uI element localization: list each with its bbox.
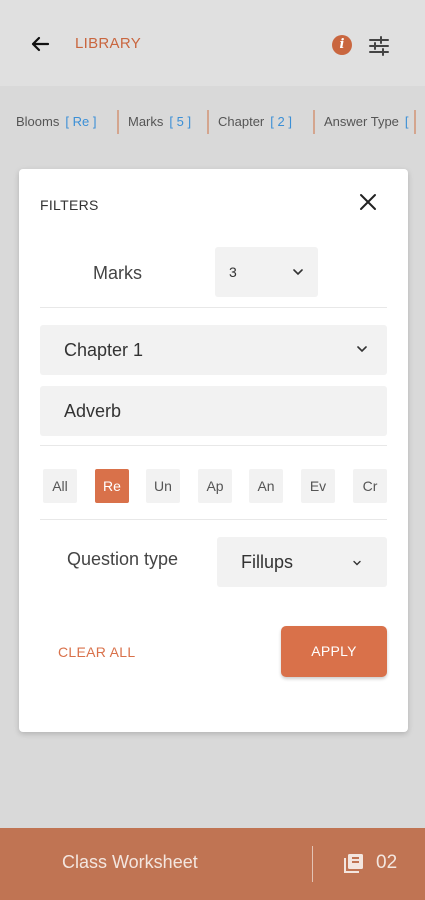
question-type-label: Question type	[67, 549, 179, 569]
topic-value: Adverb	[64, 401, 122, 421]
chip-value: [ Re ]	[65, 114, 97, 129]
bottom-bar[interactable]: Class Worksheet 02	[0, 828, 425, 900]
bloom-cr[interactable]: Cr	[353, 469, 387, 503]
chip-marks[interactable]: Marks [ 5 ]	[128, 114, 191, 129]
question-type-dropdown[interactable]: Fillups	[217, 537, 387, 587]
close-icon[interactable]	[357, 191, 379, 213]
question-type-value: Fillups	[241, 552, 294, 572]
apply-button[interactable]: APPLY	[281, 626, 387, 677]
divider	[40, 445, 387, 446]
marks-label: Marks	[93, 263, 142, 283]
chip-divider	[414, 110, 416, 134]
chapter-value: Chapter 1	[64, 340, 144, 360]
filters-dialog: FILTERS Marks 3 Chapter 1 Adverb All Re …	[19, 169, 408, 732]
dialog-title: FILTERS	[40, 197, 99, 213]
bloom-re[interactable]: Re	[95, 469, 129, 503]
chip-blooms[interactable]: Blooms [ Re ]	[16, 114, 96, 129]
tune-icon[interactable]	[366, 33, 392, 59]
bloom-all[interactable]: All	[43, 469, 77, 503]
chip-value: [ 2 ]	[270, 114, 292, 129]
bloom-ev[interactable]: Ev	[301, 469, 335, 503]
chapter-dropdown[interactable]: Chapter 1	[40, 325, 387, 375]
info-icon[interactable]: i	[332, 35, 352, 55]
active-filter-chips: Blooms [ Re ] Marks [ 5 ] Chapter [ 2 ] Ans…	[0, 110, 425, 136]
bottom-divider	[312, 846, 313, 882]
topic-field[interactable]: Adverb	[40, 386, 387, 436]
chip-value: [ 5 ]	[169, 114, 192, 129]
divider	[40, 519, 387, 520]
chip-value: [	[404, 114, 409, 129]
bloom-un[interactable]: Un	[146, 469, 180, 503]
chip-label: Marks	[128, 114, 164, 129]
chevron-down-icon	[357, 346, 367, 353]
chip-label: Blooms	[16, 114, 60, 129]
chip-divider	[207, 110, 209, 134]
chip-answer-type[interactable]: Answer Type [	[324, 114, 409, 129]
worksheet-count: 02	[376, 852, 398, 873]
book-icon[interactable]	[343, 852, 365, 874]
app-bar: LIBRARY i	[0, 0, 425, 86]
chip-divider	[313, 110, 315, 134]
page-title: LIBRARY	[75, 35, 142, 52]
chip-label: Chapter	[218, 114, 265, 129]
marks-dropdown[interactable]: 3	[215, 247, 318, 297]
divider	[40, 307, 387, 308]
chevron-down-icon	[353, 560, 361, 566]
chip-divider	[117, 110, 119, 134]
class-worksheet-label[interactable]: Class Worksheet	[62, 852, 198, 873]
clear-all-button[interactable]: CLEAR ALL	[58, 644, 135, 660]
chip-chapter[interactable]: Chapter [ 2 ]	[218, 114, 292, 129]
chevron-down-icon	[293, 269, 303, 276]
marks-value: 3	[229, 264, 237, 280]
bloom-ap[interactable]: Ap	[198, 469, 232, 503]
chip-label: Answer Type	[324, 114, 399, 129]
bloom-an[interactable]: An	[249, 469, 283, 503]
arrow-left-icon[interactable]	[26, 30, 54, 58]
